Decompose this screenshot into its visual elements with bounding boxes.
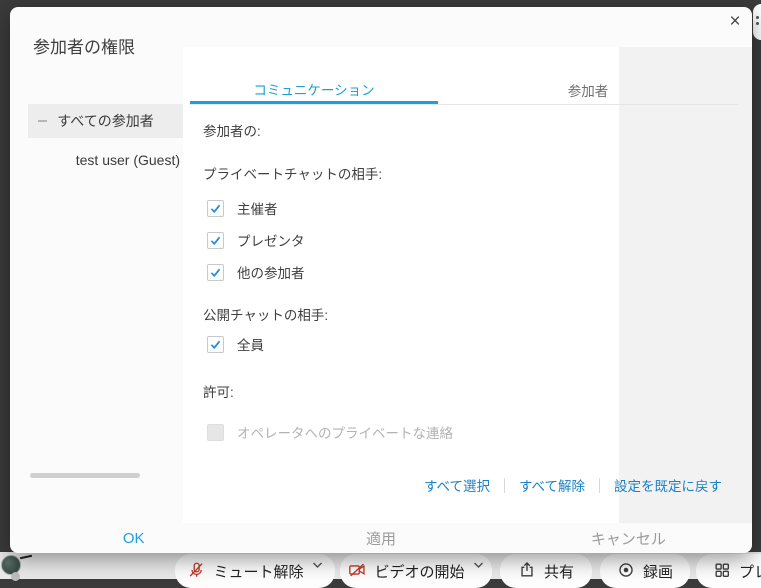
dialog-right-gutter: [619, 47, 752, 523]
checkbox-checked[interactable]: [207, 264, 224, 281]
group-label: 参加者の:: [203, 120, 261, 140]
close-icon[interactable]: ×: [722, 9, 748, 35]
divider: [599, 478, 600, 493]
checkbox-row-presenter[interactable]: プレゼンタ: [207, 230, 305, 250]
checkbox-row-everyone[interactable]: 全員: [207, 334, 264, 354]
checkbox-disabled: [207, 424, 224, 441]
mic-muted-icon: [187, 561, 205, 579]
share-button[interactable]: 共有: [500, 554, 592, 588]
grid-dot-icon: [756, 22, 759, 25]
sidebar-item-test-user[interactable]: test user (Guest): [28, 146, 180, 174]
private-chat-label: プライベートチャットの相手:: [203, 163, 382, 183]
tab-content-panel: [183, 47, 619, 523]
collapse-minus-icon[interactable]: [38, 120, 47, 122]
divider: [504, 478, 505, 493]
sidebar-horizontal-scrollbar[interactable]: [30, 473, 140, 478]
record-icon: [617, 561, 635, 579]
checkbox-row-host[interactable]: 主催者: [207, 198, 278, 218]
participant-privileges-dialog: 参加者の権限 × すべての参加者 test user (Guest) コミュニケ…: [10, 7, 752, 553]
tab-participants[interactable]: 参加者: [438, 76, 738, 104]
bulk-action-links: すべて選択 すべて解除 設定を既定に戻す: [203, 475, 722, 495]
public-chat-label: 公開チャットの相手:: [203, 304, 328, 324]
sidebar-item-label: すべての参加者: [57, 111, 153, 131]
check-icon: [209, 202, 222, 215]
sidebar-item-all-participants[interactable]: すべての参加者: [28, 104, 183, 138]
start-video-button[interactable]: ビデオの開始: [340, 554, 492, 588]
checkbox-label: オペレータへのプライベートな連絡: [237, 422, 453, 442]
apply-button[interactable]: 適用: [257, 523, 504, 553]
layout-button[interactable]: プレ: [696, 554, 761, 588]
clear-all-link[interactable]: すべて解除: [519, 475, 585, 495]
meeting-toolbar: ミュート解除 ビデオの開始: [0, 552, 761, 579]
chevron-down-icon[interactable]: [312, 561, 323, 569]
floating-panel-edge: [753, 4, 761, 40]
ok-button[interactable]: OK: [10, 523, 257, 553]
meeting-app-screen: ミュート解除 ビデオの開始: [0, 0, 761, 579]
check-icon: [209, 266, 222, 279]
dialog-title: 参加者の権限: [33, 33, 135, 58]
sidebar-item-label: test user (Guest): [76, 152, 180, 168]
allow-label: 許可:: [203, 381, 234, 401]
checkbox-label: 全員: [237, 334, 264, 354]
share-icon: [518, 561, 536, 579]
tab-communications[interactable]: コミュニケーション: [190, 76, 438, 104]
checkbox-label: プレゼンタ: [237, 230, 305, 250]
tab-label: コミュニケーション: [253, 79, 374, 99]
grid-icon: [713, 561, 731, 579]
checkbox-checked[interactable]: [207, 200, 224, 217]
video-off-icon: [348, 561, 366, 579]
checkbox-checked[interactable]: [207, 232, 224, 249]
reset-defaults-link[interactable]: 設定を既定に戻す: [614, 475, 722, 495]
avatar-bubble-small: [11, 572, 20, 581]
checkbox-label: 他の参加者: [237, 262, 305, 282]
select-all-link[interactable]: すべて選択: [424, 475, 490, 495]
cancel-button[interactable]: キャンセル: [505, 523, 752, 553]
record-button[interactable]: 録画: [600, 554, 690, 588]
checkbox-checked[interactable]: [207, 336, 224, 353]
checkbox-row-other-participants[interactable]: 他の参加者: [207, 262, 305, 282]
grid-dot-icon: [756, 16, 759, 19]
checkbox-row-operator-contact: オペレータへのプライベートな連絡: [207, 422, 453, 442]
tab-bar: コミュニケーション 参加者: [190, 76, 738, 105]
chevron-down-icon[interactable]: [473, 561, 484, 569]
dialog-footer: OK 適用 キャンセル: [10, 523, 752, 553]
tab-label: 参加者: [568, 80, 609, 100]
check-icon: [209, 338, 222, 351]
unmute-button[interactable]: ミュート解除: [175, 554, 335, 588]
checkbox-label: 主催者: [237, 198, 278, 218]
check-icon: [209, 234, 222, 247]
